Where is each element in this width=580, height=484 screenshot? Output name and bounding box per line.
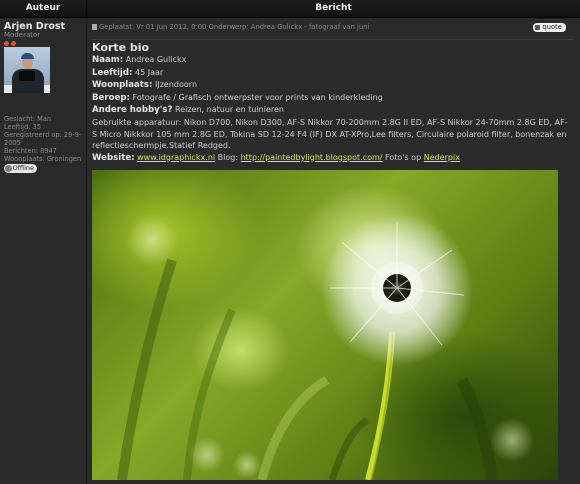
bio-line-website: Website: www.idgraphickx.nl Blog: http:/… — [92, 152, 572, 165]
hobby-label: Andere hobby's? — [92, 105, 173, 116]
blog-label: Blog: — [215, 152, 241, 162]
header-post: Bericht — [315, 3, 352, 13]
post-panel: Geplaatst: Vr 01 Jun 2012, 0:00 Onderwer… — [87, 18, 580, 484]
stat-posts: Berichten: 8947 — [4, 147, 57, 155]
equipment-text: Gebruikte apparatuur: Nikon D700, Nikon … — [92, 117, 568, 151]
author-panel: Arjen Drost Moderator Geslacht: Man Leef… — [0, 18, 87, 484]
avatar-cap — [21, 53, 34, 59]
bio-line-age: Leeftijd: 45 Jaar — [92, 67, 572, 80]
stat-registered: Geregistreerd op: 29-9-2005 — [4, 131, 82, 147]
author-role: Moderator — [4, 31, 41, 39]
blog-link[interactable]: http://paintedbylight.blogspot.com/ — [241, 153, 383, 162]
table-header: Auteur Bericht — [0, 0, 580, 18]
website-link[interactable]: www.idgraphickx.nl — [137, 153, 215, 162]
rank-dot-icon — [4, 41, 9, 46]
avatar — [4, 47, 50, 93]
photo-illustration — [117, 214, 534, 480]
post-meta-text: Geplaatst: Vr 01 Jun 2012, 0:00 Onderwer… — [99, 23, 370, 31]
forum-post-page: Auteur Bericht Arjen Drost Moderator Ges… — [0, 0, 580, 484]
age-value: 45 Jaar — [135, 67, 164, 77]
divider — [92, 39, 574, 40]
status-badge: Offline — [4, 164, 37, 173]
rank-dot-icon — [11, 41, 16, 46]
post-meta: Geplaatst: Vr 01 Jun 2012, 0:00 Onderwer… — [92, 23, 369, 31]
bio-text: Naam: Andrea Gulickx Leeftijd: 45 Jaar W… — [92, 54, 572, 164]
post-icon — [92, 24, 97, 30]
bio-title: Korte bio — [92, 41, 150, 54]
hobby-value: Reizen, natuur en tuinieren — [175, 105, 285, 115]
stat-age: Leeftijd: 35 — [4, 123, 42, 131]
bio-line-residence: Woonplaats: IJzendoorn — [92, 79, 572, 92]
quote-button[interactable]: quote — [533, 23, 566, 32]
bio-line-name: Naam: Andrea Gulickx — [92, 54, 572, 67]
age-label: Leeftijd: — [92, 67, 133, 78]
website-label: Website: — [92, 152, 135, 163]
name-label: Naam: — [92, 55, 124, 65]
dandelion-photo — [92, 170, 558, 480]
camera-icon — [19, 71, 35, 81]
residence-label: Woonplaats: — [92, 80, 153, 91]
author-stats: Geslacht: Man Leeftijd: 35 Geregistreerd… — [4, 115, 84, 163]
status-label: Offline — [12, 164, 34, 172]
job-label: Beroep: — [92, 92, 130, 103]
quote-icon — [535, 25, 541, 30]
stat-location: Woonplaats: Groningen — [4, 155, 82, 163]
photos-label: Foto's op — [382, 152, 424, 162]
bio-line-hobby: Andere hobby's? Reizen, natuur en tuinie… — [92, 104, 572, 117]
stat-gender: Geslacht: Man — [4, 115, 52, 123]
nederpix-link[interactable]: Nederpix — [424, 153, 460, 162]
job-value: Fotografe / Grafisch ontwerpster voor pr… — [132, 92, 383, 102]
quote-label: quote — [542, 23, 562, 31]
bio-line-job: Beroep: Fotografe / Grafisch ontwerpster… — [92, 92, 572, 105]
name-value: Andrea Gulickx — [125, 55, 187, 64]
status-icon — [5, 165, 12, 172]
residence-value: IJzendoorn — [155, 80, 198, 90]
header-author: Auteur — [0, 0, 87, 17]
